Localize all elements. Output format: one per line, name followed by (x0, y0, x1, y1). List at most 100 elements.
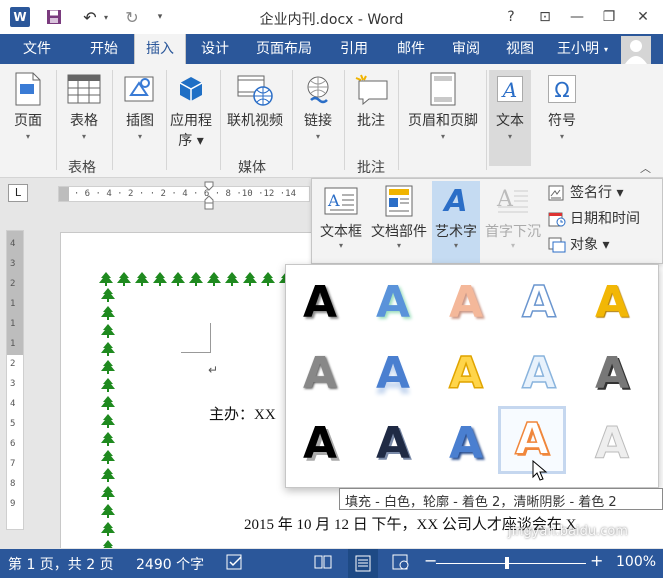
wordart-icon: A (444, 183, 468, 219)
vertical-ruler-number: 3 (10, 259, 16, 269)
online-video-button[interactable]: 联机视频 (222, 70, 288, 130)
tab-design[interactable]: 设计 (188, 34, 242, 64)
object-icon (548, 237, 566, 253)
tab-insert[interactable]: 插入 (134, 34, 186, 64)
drop-cap-icon: A (482, 181, 544, 221)
pages-icon (9, 70, 47, 108)
horizontal-ruler[interactable]: 8 · 6 · 4 · 2 · · 2 · 4 · 6 · 8 ·10 ·12 … (58, 186, 310, 202)
tree-ornament (101, 522, 115, 536)
ribbon-display-options-button[interactable]: ⊡ (534, 6, 556, 28)
apps-button[interactable]: 应用程 序 ▾ (166, 70, 216, 150)
host-line: 主办：XX (209, 407, 276, 423)
wordart-style-1[interactable]: A (286, 269, 354, 337)
wordart-style-8[interactable]: A (432, 340, 500, 408)
illustrations-button[interactable]: 插图 ▾ (118, 70, 162, 141)
tab-references[interactable]: 引用 (326, 34, 382, 64)
zoom-slider[interactable] (436, 563, 586, 564)
wordart-style-12[interactable]: A (359, 410, 427, 478)
zoom-slider-thumb[interactable] (505, 557, 509, 569)
tree-ornament (101, 414, 115, 428)
wordart-style-7[interactable]: A (359, 340, 427, 408)
text-boundary-corner (181, 323, 211, 353)
print-layout-icon[interactable] (348, 549, 378, 578)
textbox-button[interactable]: A 文本框 ▾ (316, 181, 366, 263)
links-icon (299, 70, 337, 108)
zoom-in-button[interactable]: + (590, 551, 603, 570)
header-footer-icon (424, 70, 462, 108)
wordart-style-2[interactable]: A (359, 269, 427, 337)
zoom-out-button[interactable]: − (424, 551, 437, 570)
status-bar: 第 1 页，共 2 页 2490 个字 − + 100% (0, 549, 663, 578)
window-title: 企业内刊.docx - Word (259, 12, 404, 28)
vertical-ruler-number: 8 (10, 479, 16, 489)
drop-cap-button[interactable]: A 首字下沉 ▾ (482, 181, 544, 263)
tree-ornament (135, 272, 149, 286)
read-mode-icon[interactable] (314, 554, 332, 574)
avatar[interactable] (621, 36, 651, 64)
indent-marker-icon[interactable] (204, 181, 214, 211)
tab-home[interactable]: 开始 (76, 34, 132, 64)
help-button[interactable]: ? (500, 6, 522, 28)
tab-review[interactable]: 审阅 (440, 34, 492, 64)
signature-line-icon (548, 185, 566, 201)
collapse-ribbon-icon[interactable]: ︿ (640, 160, 651, 176)
table-button[interactable]: 表格 ▾ (62, 70, 106, 141)
quick-parts-button[interactable]: 文档部件 ▾ (368, 181, 430, 263)
wordart-style-6[interactable]: A (286, 340, 354, 408)
minimize-button[interactable]: — (566, 6, 588, 28)
wordart-gallery: A A A A A A A A A A A A A A A (285, 264, 659, 488)
apps-icon (172, 70, 210, 108)
vertical-ruler-number: 2 (10, 279, 16, 289)
close-button[interactable]: ✕ (632, 6, 654, 28)
wordart-style-11[interactable]: A (286, 410, 354, 478)
wordart-button[interactable]: A 艺术字 ▾ (432, 181, 480, 263)
wordart-style-13[interactable]: A (432, 410, 500, 478)
title-bar: W ↶ ▾ ↻ ▾ 企业内刊.docx - Word ? ⊡ — ❐ ✕ (0, 0, 663, 34)
tab-mailings[interactable]: 邮件 (384, 34, 438, 64)
tab-view[interactable]: 视图 (494, 34, 546, 64)
tree-ornament (101, 504, 115, 518)
user-name[interactable]: 王小明 (557, 34, 599, 64)
signature-line-button[interactable]: 签名行 ▾ (548, 181, 623, 205)
zoom-level[interactable]: 100% (616, 554, 656, 570)
vertical-ruler[interactable]: 4 3 2 1 1 1 2 3 4 5 6 7 8 9 (6, 230, 24, 530)
tab-page-layout[interactable]: 页面布局 (246, 34, 322, 64)
tab-selector-button[interactable]: L (8, 184, 28, 202)
wordart-style-5[interactable]: A (578, 269, 646, 337)
tree-ornament (103, 540, 113, 548)
user-dropdown-icon[interactable]: ▾ (604, 45, 608, 54)
media-group-label: 媒体 (238, 160, 266, 176)
comment-button[interactable]: 批注 (348, 70, 394, 130)
object-button[interactable]: 对象 ▾ (548, 233, 609, 257)
tree-ornament (171, 272, 185, 286)
wordart-style-15[interactable]: A (578, 410, 646, 478)
wordart-style-9[interactable]: A (505, 340, 573, 408)
pages-button[interactable]: 页面 ▾ (6, 70, 50, 141)
comment-icon (352, 70, 390, 108)
ribbon-tab-bar: 文件 开始 插入 设计 页面布局 引用 邮件 审阅 视图 王小明 ▾ (0, 34, 663, 64)
mouse-cursor-icon (532, 459, 548, 482)
symbols-button[interactable]: Ω 符号 ▾ (540, 70, 584, 141)
text-button[interactable]: A 文本 ▾ (489, 70, 531, 166)
wordart-style-4[interactable]: A (505, 269, 573, 337)
links-button[interactable]: 链接 ▾ (296, 70, 340, 141)
word-count[interactable]: 2490 个字 (136, 554, 204, 574)
header-footer-button[interactable]: 页眉和页脚 ▾ (402, 70, 484, 141)
text-icon: A (491, 70, 529, 108)
tab-file[interactable]: 文件 (0, 34, 74, 64)
wordart-style-3[interactable]: A (432, 269, 500, 337)
text-dropdown-panel: A 文本框 ▾ 文档部件 ▾ A 艺术字 ▾ A 首字下沉 ▾ 签名行 ▾ 日期… (311, 178, 663, 264)
restore-button[interactable]: ❐ (598, 6, 620, 28)
wordart-style-10[interactable]: A (578, 340, 646, 408)
vertical-ruler-number: 4 (10, 399, 16, 409)
vertical-ruler-number: 4 (10, 239, 16, 249)
quick-parts-icon (368, 181, 430, 221)
vertical-ruler-number: 1 (10, 319, 16, 329)
date-time-button[interactable]: 日期和时间 (548, 207, 640, 231)
tree-ornament (117, 272, 131, 286)
proofing-icon[interactable] (226, 554, 246, 574)
web-layout-icon[interactable] (392, 554, 410, 574)
tree-ornament (101, 396, 115, 410)
page-count[interactable]: 第 1 页，共 2 页 (8, 554, 114, 574)
vertical-ruler-number: 1 (10, 339, 16, 349)
